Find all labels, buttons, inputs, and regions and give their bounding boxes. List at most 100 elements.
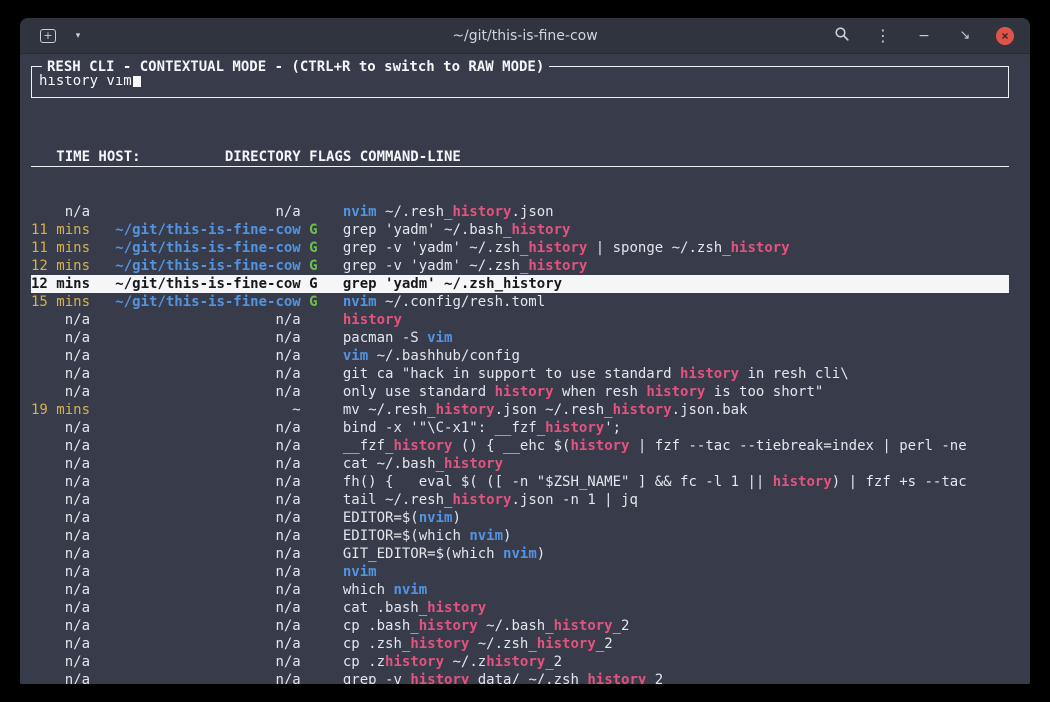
desktop: { "colors": { "page_bg": "#000000", "ter…: [0, 0, 1050, 702]
history-row[interactable]: 11 mins ~/git/this-is-fine-cow G grep 'y…: [31, 221, 1009, 239]
history-row[interactable]: n/a n/a grep -v history_data/ ~/.zsh_his…: [31, 671, 1009, 684]
cell-host: ~/git/this-is-fine-cow: [98, 222, 309, 238]
cell-host: n/a: [98, 330, 309, 346]
cell-flags: [309, 330, 343, 346]
history-row[interactable]: n/a n/a cp .zsh_history ~/.zsh_history_2: [31, 635, 1009, 653]
cell-time: n/a: [31, 204, 98, 220]
command-segment: nvim: [469, 528, 503, 544]
menu-button[interactable]: ⋮: [873, 25, 893, 47]
tab-dropdown-button[interactable]: ▾: [68, 25, 88, 47]
history-row[interactable]: n/a n/a vim ~/.bashhub/config: [31, 347, 1009, 365]
cell-command: mv ~/.resh_history.json ~/.resh_history.…: [343, 402, 748, 418]
command-segment: history: [444, 456, 503, 472]
command-segment: grep -v: [343, 672, 410, 684]
cell-host: n/a: [98, 510, 309, 526]
history-row[interactable]: n/a n/a cp .bash_history ~/.bash_history…: [31, 617, 1009, 635]
history-row[interactable]: n/a n/a EDITOR=$(which nvim): [31, 527, 1009, 545]
command-segment: _2: [646, 672, 663, 684]
command-segment: git ca "hack in support to use standard: [343, 366, 680, 382]
command-segment: ): [537, 546, 545, 562]
cell-host: n/a: [98, 654, 309, 670]
restore-button[interactable]: ↘: [955, 25, 975, 47]
command-segment: ~/.zsh_: [469, 636, 536, 652]
cell-flags: [309, 600, 343, 616]
history-row[interactable]: n/a n/a nvim ~/.resh_history.json: [31, 203, 1009, 221]
history-row[interactable]: n/a n/a pacman -S vim: [31, 329, 1009, 347]
cell-host: ~/git/this-is-fine-cow: [98, 240, 309, 256]
history-row[interactable]: n/a n/a only use standard history when r…: [31, 383, 1009, 401]
command-segment: grep 'yadm' ~/.bash_: [343, 222, 512, 238]
cell-host: n/a: [98, 618, 309, 634]
cell-flags: [309, 312, 343, 328]
cell-flags: [309, 420, 343, 436]
cell-time: n/a: [31, 366, 98, 382]
search-box: RESH CLI - CONTEXTUAL MODE - (CTRL+R to …: [31, 66, 1009, 98]
cell-host: n/a: [98, 366, 309, 382]
history-row[interactable]: n/a n/a tail ~/.resh_history.json -n 1 |…: [31, 491, 1009, 509]
history-row[interactable]: n/a n/a which nvim: [31, 581, 1009, 599]
command-segment: history: [486, 654, 545, 670]
cell-flags: [309, 204, 343, 220]
history-row[interactable]: n/a n/a __fzf_history () { __ehc $(histo…: [31, 437, 1009, 455]
history-row[interactable]: 12 mins ~/git/this-is-fine-cow G grep 'y…: [31, 275, 1009, 293]
cell-command: EDITOR=$(nvim): [343, 510, 461, 526]
history-row[interactable]: n/a n/a cat .bash_history: [31, 599, 1009, 617]
history-row[interactable]: n/a n/a EDITOR=$(nvim): [31, 509, 1009, 527]
cell-time: n/a: [31, 492, 98, 508]
cell-command: git ca "hack in support to use standard …: [343, 366, 849, 382]
cell-flags: [309, 366, 343, 382]
history-row[interactable]: 19 mins ~ mv ~/.resh_history.json ~/.res…: [31, 401, 1009, 419]
command-segment: ~/.z: [444, 654, 486, 670]
command-segment: nvim: [419, 510, 453, 526]
cell-command: cat .bash_history: [343, 600, 486, 616]
minimize-button[interactable]: −: [914, 25, 934, 47]
history-row[interactable]: n/a n/a GIT_EDITOR=$(which nvim): [31, 545, 1009, 563]
cell-flags: G: [309, 222, 343, 238]
cell-host: ~: [98, 402, 309, 418]
command-segment: bind -x '"\C-x1": __fzf_: [343, 420, 545, 436]
close-button[interactable]: ×: [996, 27, 1014, 45]
cell-time: n/a: [31, 528, 98, 544]
history-row[interactable]: n/a n/a cp .zhistory ~/.zhistory_2: [31, 653, 1009, 671]
history-row[interactable]: n/a n/a git ca "hack in support to use s…: [31, 365, 1009, 383]
cell-time: 15 mins: [31, 294, 98, 310]
command-segment: _2: [596, 636, 613, 652]
history-row[interactable]: n/a n/a history: [31, 311, 1009, 329]
command-segment: mv ~/.resh_: [343, 402, 436, 418]
cell-host: n/a: [98, 420, 309, 436]
cell-flags: [309, 546, 343, 562]
command-segment: history: [554, 618, 613, 634]
command-segment: history: [419, 618, 478, 634]
command-segment: history: [410, 636, 469, 652]
new-tab-button[interactable]: +: [38, 25, 58, 47]
cell-command: cp .zhistory ~/.zhistory_2: [343, 654, 562, 670]
history-row[interactable]: 15 mins ~/git/this-is-fine-cow G nvim ~/…: [31, 293, 1009, 311]
history-row[interactable]: n/a n/a fh() { eval $( ([ -n "$ZSH_NAME"…: [31, 473, 1009, 491]
cell-host: ~/git/this-is-fine-cow: [98, 276, 309, 292]
cell-host: n/a: [98, 492, 309, 508]
cell-host: n/a: [98, 672, 309, 684]
cell-time: n/a: [31, 618, 98, 634]
history-row[interactable]: 12 mins ~/git/this-is-fine-cow G grep -v…: [31, 257, 1009, 275]
cell-host: ~/git/this-is-fine-cow: [98, 258, 309, 274]
history-row[interactable]: 11 mins ~/git/this-is-fine-cow G grep -v…: [31, 239, 1009, 257]
command-segment: GIT_EDITOR=$(which: [343, 546, 503, 562]
history-row[interactable]: n/a n/a nvim: [31, 563, 1009, 581]
cell-flags: [309, 492, 343, 508]
titlebar[interactable]: + ▾ ~/git/this-is-fine-cow ⋮ − ↘ ×: [20, 18, 1030, 54]
terminal-screen[interactable]: RESH CLI - CONTEXTUAL MODE - (CTRL+R to …: [20, 54, 1030, 684]
history-row[interactable]: n/a n/a cat ~/.bash_history: [31, 455, 1009, 473]
cell-time: n/a: [31, 474, 98, 490]
command-segment: _2: [545, 654, 562, 670]
command-segment: | sponge ~/.zsh_: [587, 240, 730, 256]
cell-host: n/a: [98, 438, 309, 454]
cell-flags: [309, 528, 343, 544]
cell-host: n/a: [98, 312, 309, 328]
cell-flags: [309, 384, 343, 400]
search-button[interactable]: [832, 25, 852, 47]
cell-flags: [309, 510, 343, 526]
history-row[interactable]: n/a n/a bind -x '"\C-x1": __fzf_history'…: [31, 419, 1009, 437]
command-segment: vim: [427, 330, 452, 346]
cell-command: nvim ~/.config/resh.toml: [343, 294, 545, 310]
search-icon: [834, 26, 850, 46]
